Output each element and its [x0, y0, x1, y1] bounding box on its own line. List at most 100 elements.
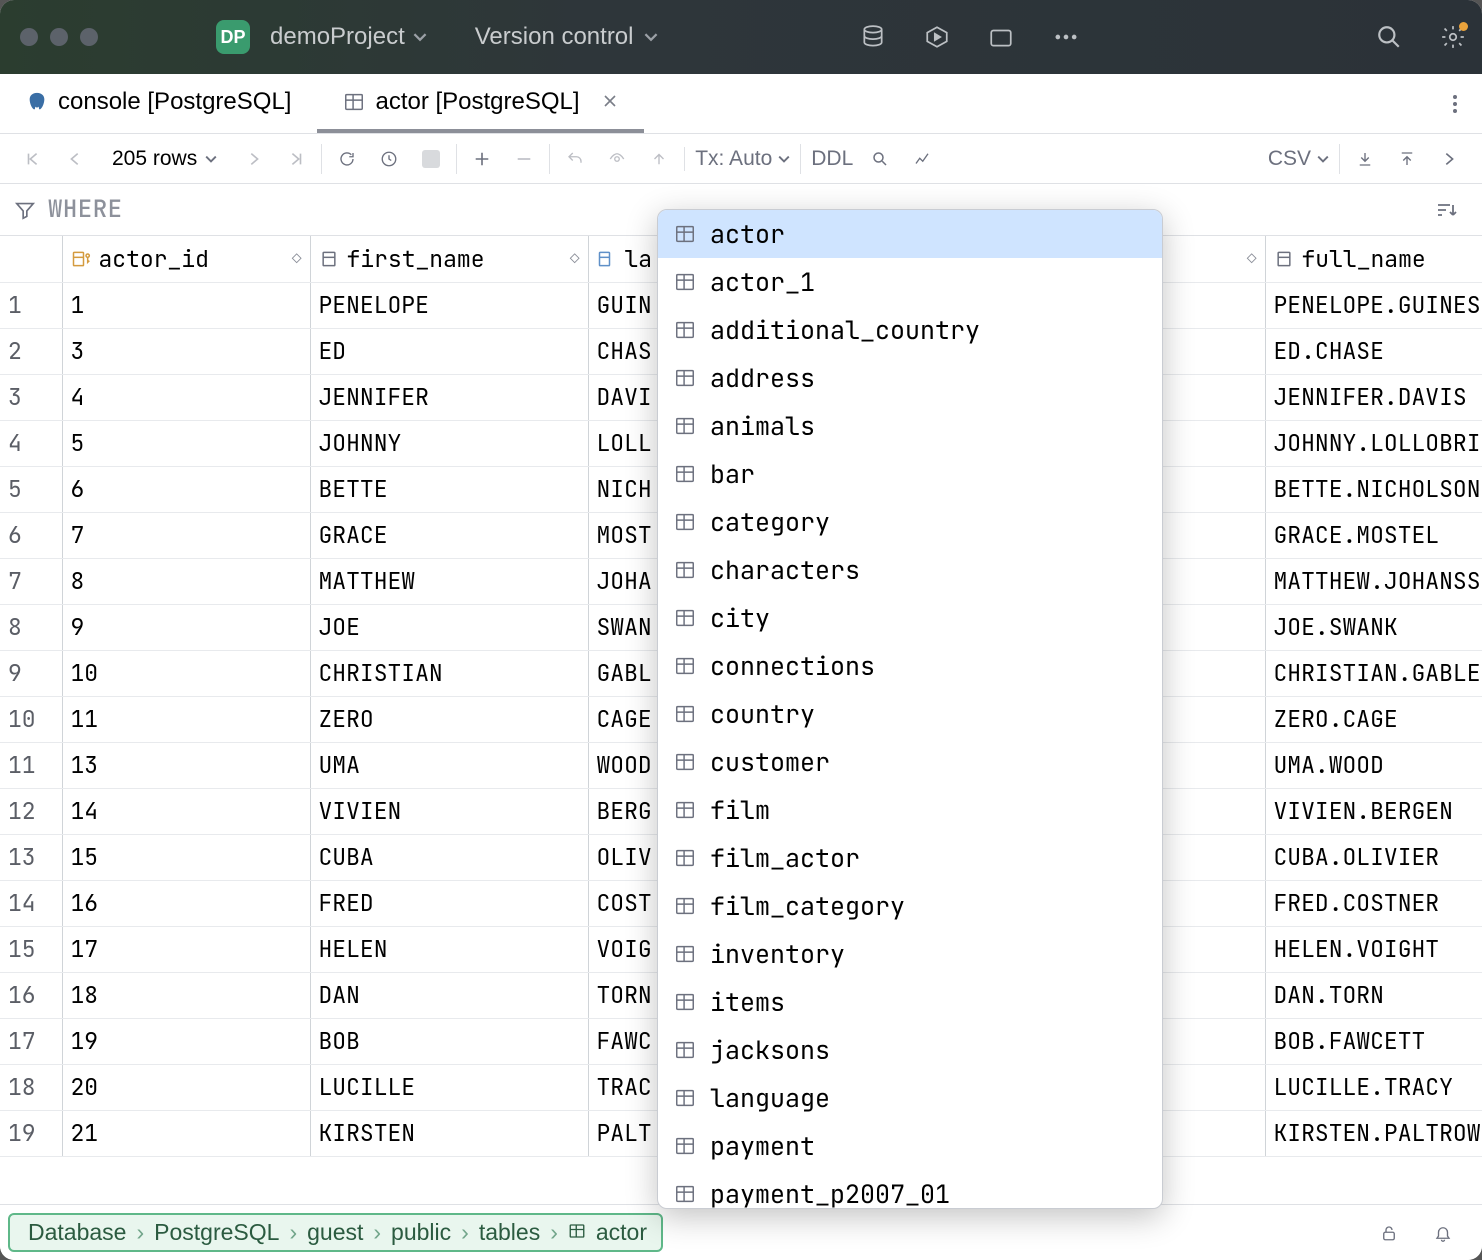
table-option[interactable]: bar [658, 450, 1162, 498]
ddl-button[interactable]: DDL [811, 147, 853, 171]
tx-mode[interactable]: Tx: Auto [695, 147, 790, 171]
cell-actor-id[interactable]: 16 [62, 880, 310, 926]
cell-first-name[interactable]: ED [310, 328, 588, 374]
project-selector[interactable]: demoProject [270, 23, 427, 51]
cell-actor-id[interactable]: 14 [62, 788, 310, 834]
table-option[interactable]: language [658, 1074, 1162, 1122]
cell-first-name[interactable]: BETTE [310, 466, 588, 512]
table-option[interactable]: characters [658, 546, 1162, 594]
breadcrumb-segment[interactable]: Database [28, 1219, 126, 1246]
editor-tabs-more[interactable] [1428, 74, 1482, 133]
cell-first-name[interactable]: JOE [310, 604, 588, 650]
cell-first-name[interactable]: ZERO [310, 696, 588, 742]
tab-console[interactable]: console [PostgreSQL] [0, 74, 317, 133]
export-format[interactable]: CSV [1268, 147, 1329, 171]
table-option[interactable]: film [658, 786, 1162, 834]
cell-full-name[interactable]: BETTE.NICHOLSON [1265, 466, 1482, 512]
open-icon[interactable] [988, 24, 1014, 50]
add-row-button[interactable] [467, 144, 497, 174]
breadcrumb[interactable]: Database›PostgreSQL›guest›public›tables›… [8, 1213, 663, 1252]
last-page-button[interactable] [281, 144, 311, 174]
cell-first-name[interactable]: JOHNNY [310, 420, 588, 466]
cell-first-name[interactable]: GRACE [310, 512, 588, 558]
row-count[interactable]: 205 rows [112, 147, 217, 171]
cell-full-name[interactable]: DAN.TORN [1265, 972, 1482, 1018]
cell-actor-id[interactable]: 1 [62, 282, 310, 328]
table-option[interactable]: city [658, 594, 1162, 642]
download-button[interactable] [1350, 144, 1380, 174]
database-icon[interactable] [860, 24, 886, 50]
cell-first-name[interactable]: UMA [310, 742, 588, 788]
cell-full-name[interactable]: ED.CHASE [1265, 328, 1482, 374]
cell-actor-id[interactable]: 13 [62, 742, 310, 788]
cell-actor-id[interactable]: 8 [62, 558, 310, 604]
close-tab-icon[interactable] [602, 88, 618, 116]
cell-full-name[interactable]: PENELOPE.GUINESS [1265, 282, 1482, 328]
cell-actor-id[interactable]: 21 [62, 1110, 310, 1156]
cell-full-name[interactable]: GRACE.MOSTEL [1265, 512, 1482, 558]
cell-actor-id[interactable]: 15 [62, 834, 310, 880]
cell-actor-id[interactable]: 3 [62, 328, 310, 374]
breadcrumb-segment[interactable]: guest [307, 1219, 363, 1246]
cell-actor-id[interactable]: 18 [62, 972, 310, 1018]
revert-button[interactable] [560, 144, 590, 174]
cell-actor-id[interactable]: 6 [62, 466, 310, 512]
cell-full-name[interactable]: CHRISTIAN.GABLE [1265, 650, 1482, 696]
upload-button[interactable] [1392, 144, 1422, 174]
breadcrumb-segment[interactable]: public [391, 1219, 451, 1246]
cell-full-name[interactable]: BOB.FAWCETT [1265, 1018, 1482, 1064]
cell-full-name[interactable]: JOHNNY.LOLLOBRIGIDA [1265, 420, 1482, 466]
column-header-actor-id[interactable]: actor_id ◇ [62, 236, 310, 282]
submit-changes-button[interactable] [644, 144, 674, 174]
table-option[interactable]: jacksons [658, 1026, 1162, 1074]
breadcrumb-segment[interactable]: tables [479, 1219, 540, 1246]
more-icon[interactable] [1052, 23, 1080, 51]
table-option[interactable]: inventory [658, 930, 1162, 978]
cell-full-name[interactable]: CUBA.OLIVIER [1265, 834, 1482, 880]
sort-icon[interactable] [1434, 198, 1458, 222]
breadcrumb-segment[interactable]: PostgreSQL [154, 1219, 279, 1246]
cell-actor-id[interactable]: 7 [62, 512, 310, 558]
cell-first-name[interactable]: LUCILLE [310, 1064, 588, 1110]
table-picker-popup[interactable]: actoractor_1additional_countryaddressani… [657, 209, 1163, 1209]
reload-button[interactable] [332, 144, 362, 174]
cell-first-name[interactable]: CUBA [310, 834, 588, 880]
prev-page-button[interactable] [60, 144, 90, 174]
cell-actor-id[interactable]: 10 [62, 650, 310, 696]
cell-full-name[interactable]: UMA.WOOD [1265, 742, 1482, 788]
stop-button[interactable] [416, 144, 446, 174]
cell-first-name[interactable]: KIRSTEN [310, 1110, 588, 1156]
cell-full-name[interactable]: FRED.COSTNER [1265, 880, 1482, 926]
lock-icon[interactable] [1374, 1218, 1404, 1248]
table-option[interactable]: country [658, 690, 1162, 738]
table-option[interactable]: address [658, 354, 1162, 402]
table-option[interactable]: animals [658, 402, 1162, 450]
table-option[interactable]: actor_1 [658, 258, 1162, 306]
cell-first-name[interactable]: CHRISTIAN [310, 650, 588, 696]
next-page-button[interactable] [239, 144, 269, 174]
run-icon[interactable] [924, 24, 950, 50]
table-option[interactable]: actor [658, 210, 1162, 258]
table-option[interactable]: film_actor [658, 834, 1162, 882]
table-option[interactable]: additional_country [658, 306, 1162, 354]
cell-actor-id[interactable]: 20 [62, 1064, 310, 1110]
cell-actor-id[interactable]: 19 [62, 1018, 310, 1064]
cell-first-name[interactable]: PENELOPE [310, 282, 588, 328]
cell-actor-id[interactable]: 9 [62, 604, 310, 650]
cell-first-name[interactable]: BOB [310, 1018, 588, 1064]
cell-full-name[interactable]: MATTHEW.JOHANSSON [1265, 558, 1482, 604]
cell-full-name[interactable]: JENNIFER.DAVIS [1265, 374, 1482, 420]
cell-actor-id[interactable]: 17 [62, 926, 310, 972]
table-option[interactable]: category [658, 498, 1162, 546]
chart-view-button[interactable] [907, 144, 937, 174]
history-button[interactable] [374, 144, 404, 174]
cell-full-name[interactable]: JOE.SWANK [1265, 604, 1482, 650]
table-option[interactable]: payment [658, 1122, 1162, 1170]
cell-actor-id[interactable]: 5 [62, 420, 310, 466]
cell-actor-id[interactable]: 4 [62, 374, 310, 420]
cell-first-name[interactable]: VIVIEN [310, 788, 588, 834]
breadcrumb-segment[interactable]: actor [596, 1219, 647, 1246]
close-window-dot[interactable] [20, 28, 38, 46]
minimize-window-dot[interactable] [50, 28, 68, 46]
notifications-icon[interactable] [1428, 1218, 1458, 1248]
